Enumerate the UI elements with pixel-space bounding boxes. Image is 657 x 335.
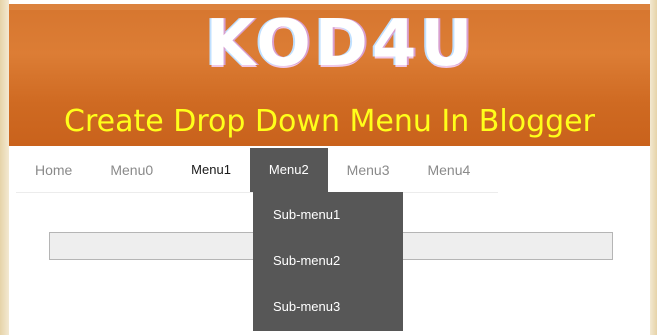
blog-header: KOD4U Create Drop Down Menu In Blogger	[9, 4, 650, 146]
page-background-right	[650, 0, 657, 335]
nav-item-menu3[interactable]: Menu3	[328, 148, 409, 192]
dropdown-item-submenu1[interactable]: Sub-menu1	[253, 192, 403, 238]
nav-item-menu4[interactable]: Menu4	[408, 148, 489, 192]
nav-item-menu2[interactable]: Menu2	[249, 148, 328, 192]
site-logo[interactable]: KOD4U	[126, 12, 556, 76]
page-background-left	[0, 0, 9, 335]
nav-item-home[interactable]: Home	[16, 148, 91, 192]
nav-item-menu1[interactable]: Menu1	[172, 148, 250, 192]
nav-item-menu0[interactable]: Menu0	[91, 148, 172, 192]
blog-tagline: Create Drop Down Menu In Blogger	[64, 104, 595, 139]
dropdown-item-submenu3[interactable]: Sub-menu3	[253, 284, 403, 330]
dropdown-item-submenu2[interactable]: Sub-menu2	[253, 238, 403, 284]
blog-container: KOD4U Create Drop Down Menu In Blogger H…	[9, 0, 650, 335]
dropdown-menu: Sub-menu1 Sub-menu2 Sub-menu3	[253, 192, 403, 331]
navigation-bar: Home Menu0 Menu1 Menu2 Menu3 Menu4	[16, 148, 498, 193]
